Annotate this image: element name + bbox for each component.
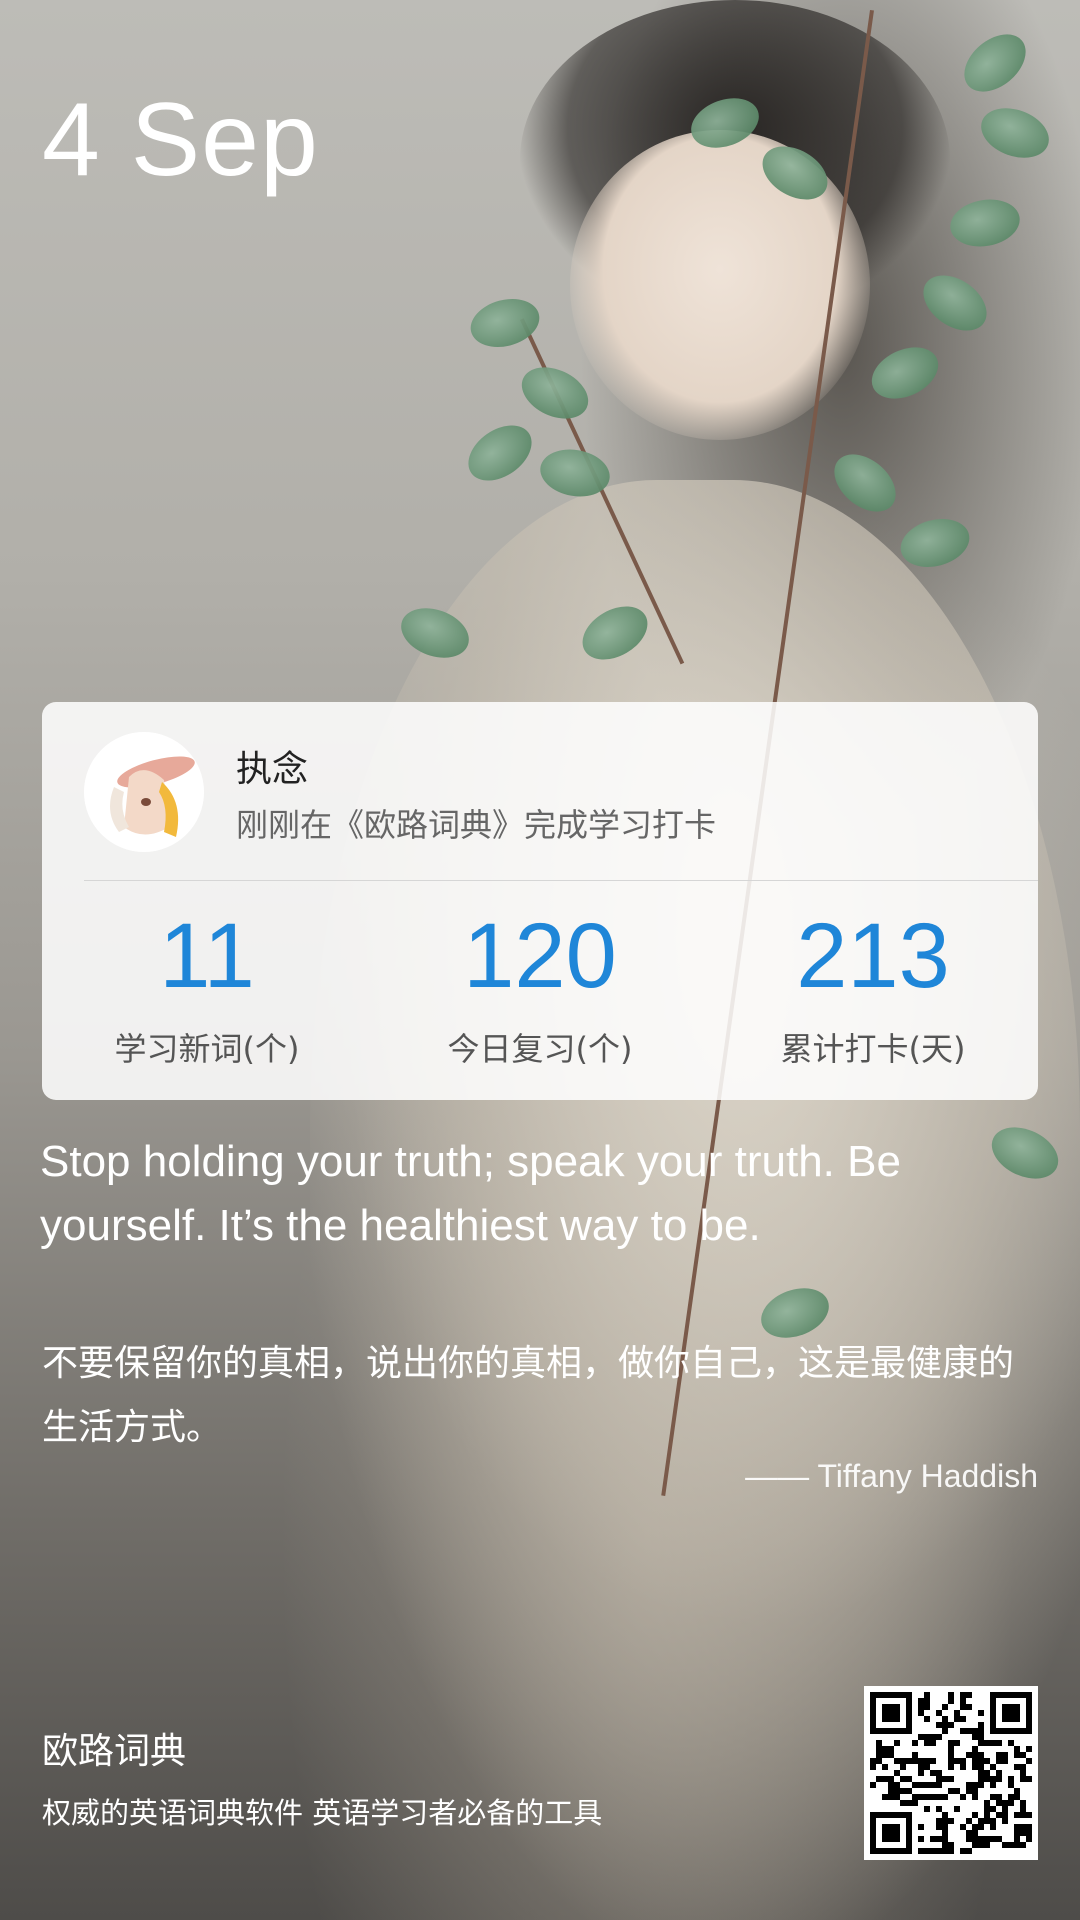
stat-new-words: 11 学习新词(个) [42, 910, 372, 1070]
qr-code-icon[interactable] [864, 1686, 1038, 1860]
avatar[interactable] [84, 732, 204, 852]
avatar-illustration-icon [84, 732, 204, 852]
checkin-card: 执念 刚刚在《欧路词典》完成学习打卡 11 学习新词(个) 120 今日复习(个… [42, 702, 1038, 1100]
leaf [863, 337, 947, 409]
checkin-status: 刚刚在《欧路词典》完成学习打卡 [236, 806, 717, 844]
date-label: 4 Sep [42, 82, 319, 198]
brand-name: 欧路词典 [42, 1731, 187, 1772]
qr-code-graphic [864, 1686, 1038, 1860]
stat-value: 11 [159, 905, 255, 1007]
stat-label: 累计打卡(天) [780, 1030, 966, 1068]
stat-value: 120 [463, 905, 617, 1007]
divider [84, 880, 1038, 881]
stat-review: 120 今日复习(个) [375, 910, 705, 1070]
stat-label: 学习新词(个) [114, 1030, 300, 1068]
leaf [946, 194, 1024, 252]
leaf [513, 357, 597, 429]
quote-english: Stop holding your truth; speak your trut… [40, 1137, 901, 1250]
stat-label: 今日复习(个) [447, 1030, 633, 1068]
leaf [913, 264, 997, 342]
quote-chinese: 不要保留你的真相，说出你的真相，做你自己，这是最健康的生活方式。 [42, 1343, 1015, 1448]
brand-slogan: 权威的英语词典软件 英语学习者必备的工具 [42, 1796, 603, 1830]
quote-author: —— Tiffany Haddish [745, 1458, 1038, 1494]
stat-value: 213 [796, 905, 950, 1007]
leaf [895, 511, 975, 575]
leaf [953, 22, 1037, 104]
stat-checkin-days: 213 累计打卡(天) [708, 910, 1038, 1070]
leaf [974, 99, 1056, 167]
leaf [458, 414, 542, 492]
user-name: 执念 [236, 749, 309, 790]
